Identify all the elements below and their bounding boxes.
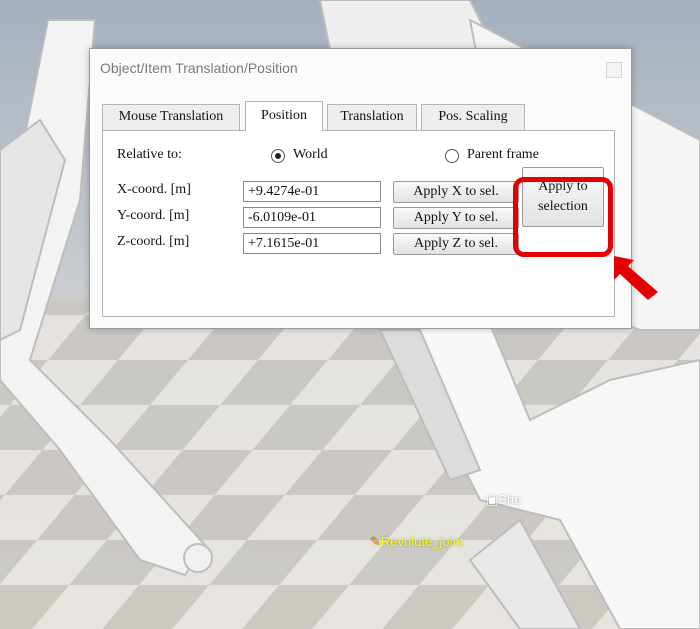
radio-parent-frame-label: Parent frame: [467, 147, 539, 162]
close-icon[interactable]: [606, 62, 622, 78]
y-coord-input[interactable]: [243, 207, 381, 228]
dialog-title: Object/Item Translation/Position: [100, 60, 298, 76]
apply-y-button[interactable]: Apply Y to sel.: [393, 207, 519, 229]
scene-object-label: ▣Sho: [486, 492, 522, 507]
apply-x-button[interactable]: Apply X to sel.: [393, 181, 519, 203]
relative-to-label: Relative to:: [117, 147, 182, 162]
y-coord-label: Y-coord. [m]: [117, 208, 190, 223]
radio-world-label: World: [293, 147, 328, 162]
tab-bar: Mouse Translation Position Translation P…: [102, 101, 602, 131]
x-coord-label: X-coord. [m]: [117, 182, 191, 197]
radio-world[interactable]: [271, 149, 285, 163]
scene-joint-label: ✎Revolute_joint: [370, 534, 464, 549]
tab-mouse-translation[interactable]: Mouse Translation: [102, 104, 240, 130]
z-coord-label: Z-coord. [m]: [117, 234, 190, 249]
highlight-box: [513, 177, 613, 257]
tab-translation[interactable]: Translation: [327, 104, 417, 130]
apply-z-button[interactable]: Apply Z to sel.: [393, 233, 519, 255]
pencil-icon: ✎: [370, 534, 381, 549]
dialog-titlebar[interactable]: Object/Item Translation/Position: [90, 49, 631, 89]
shape-icon: ▣: [486, 492, 499, 507]
tab-position[interactable]: Position: [245, 101, 323, 131]
z-coord-input[interactable]: [243, 233, 381, 254]
radio-parent-frame[interactable]: [445, 149, 459, 163]
tab-pos-scaling[interactable]: Pos. Scaling: [421, 104, 525, 130]
x-coord-input[interactable]: [243, 181, 381, 202]
arrow-pointer-icon: [614, 256, 658, 300]
